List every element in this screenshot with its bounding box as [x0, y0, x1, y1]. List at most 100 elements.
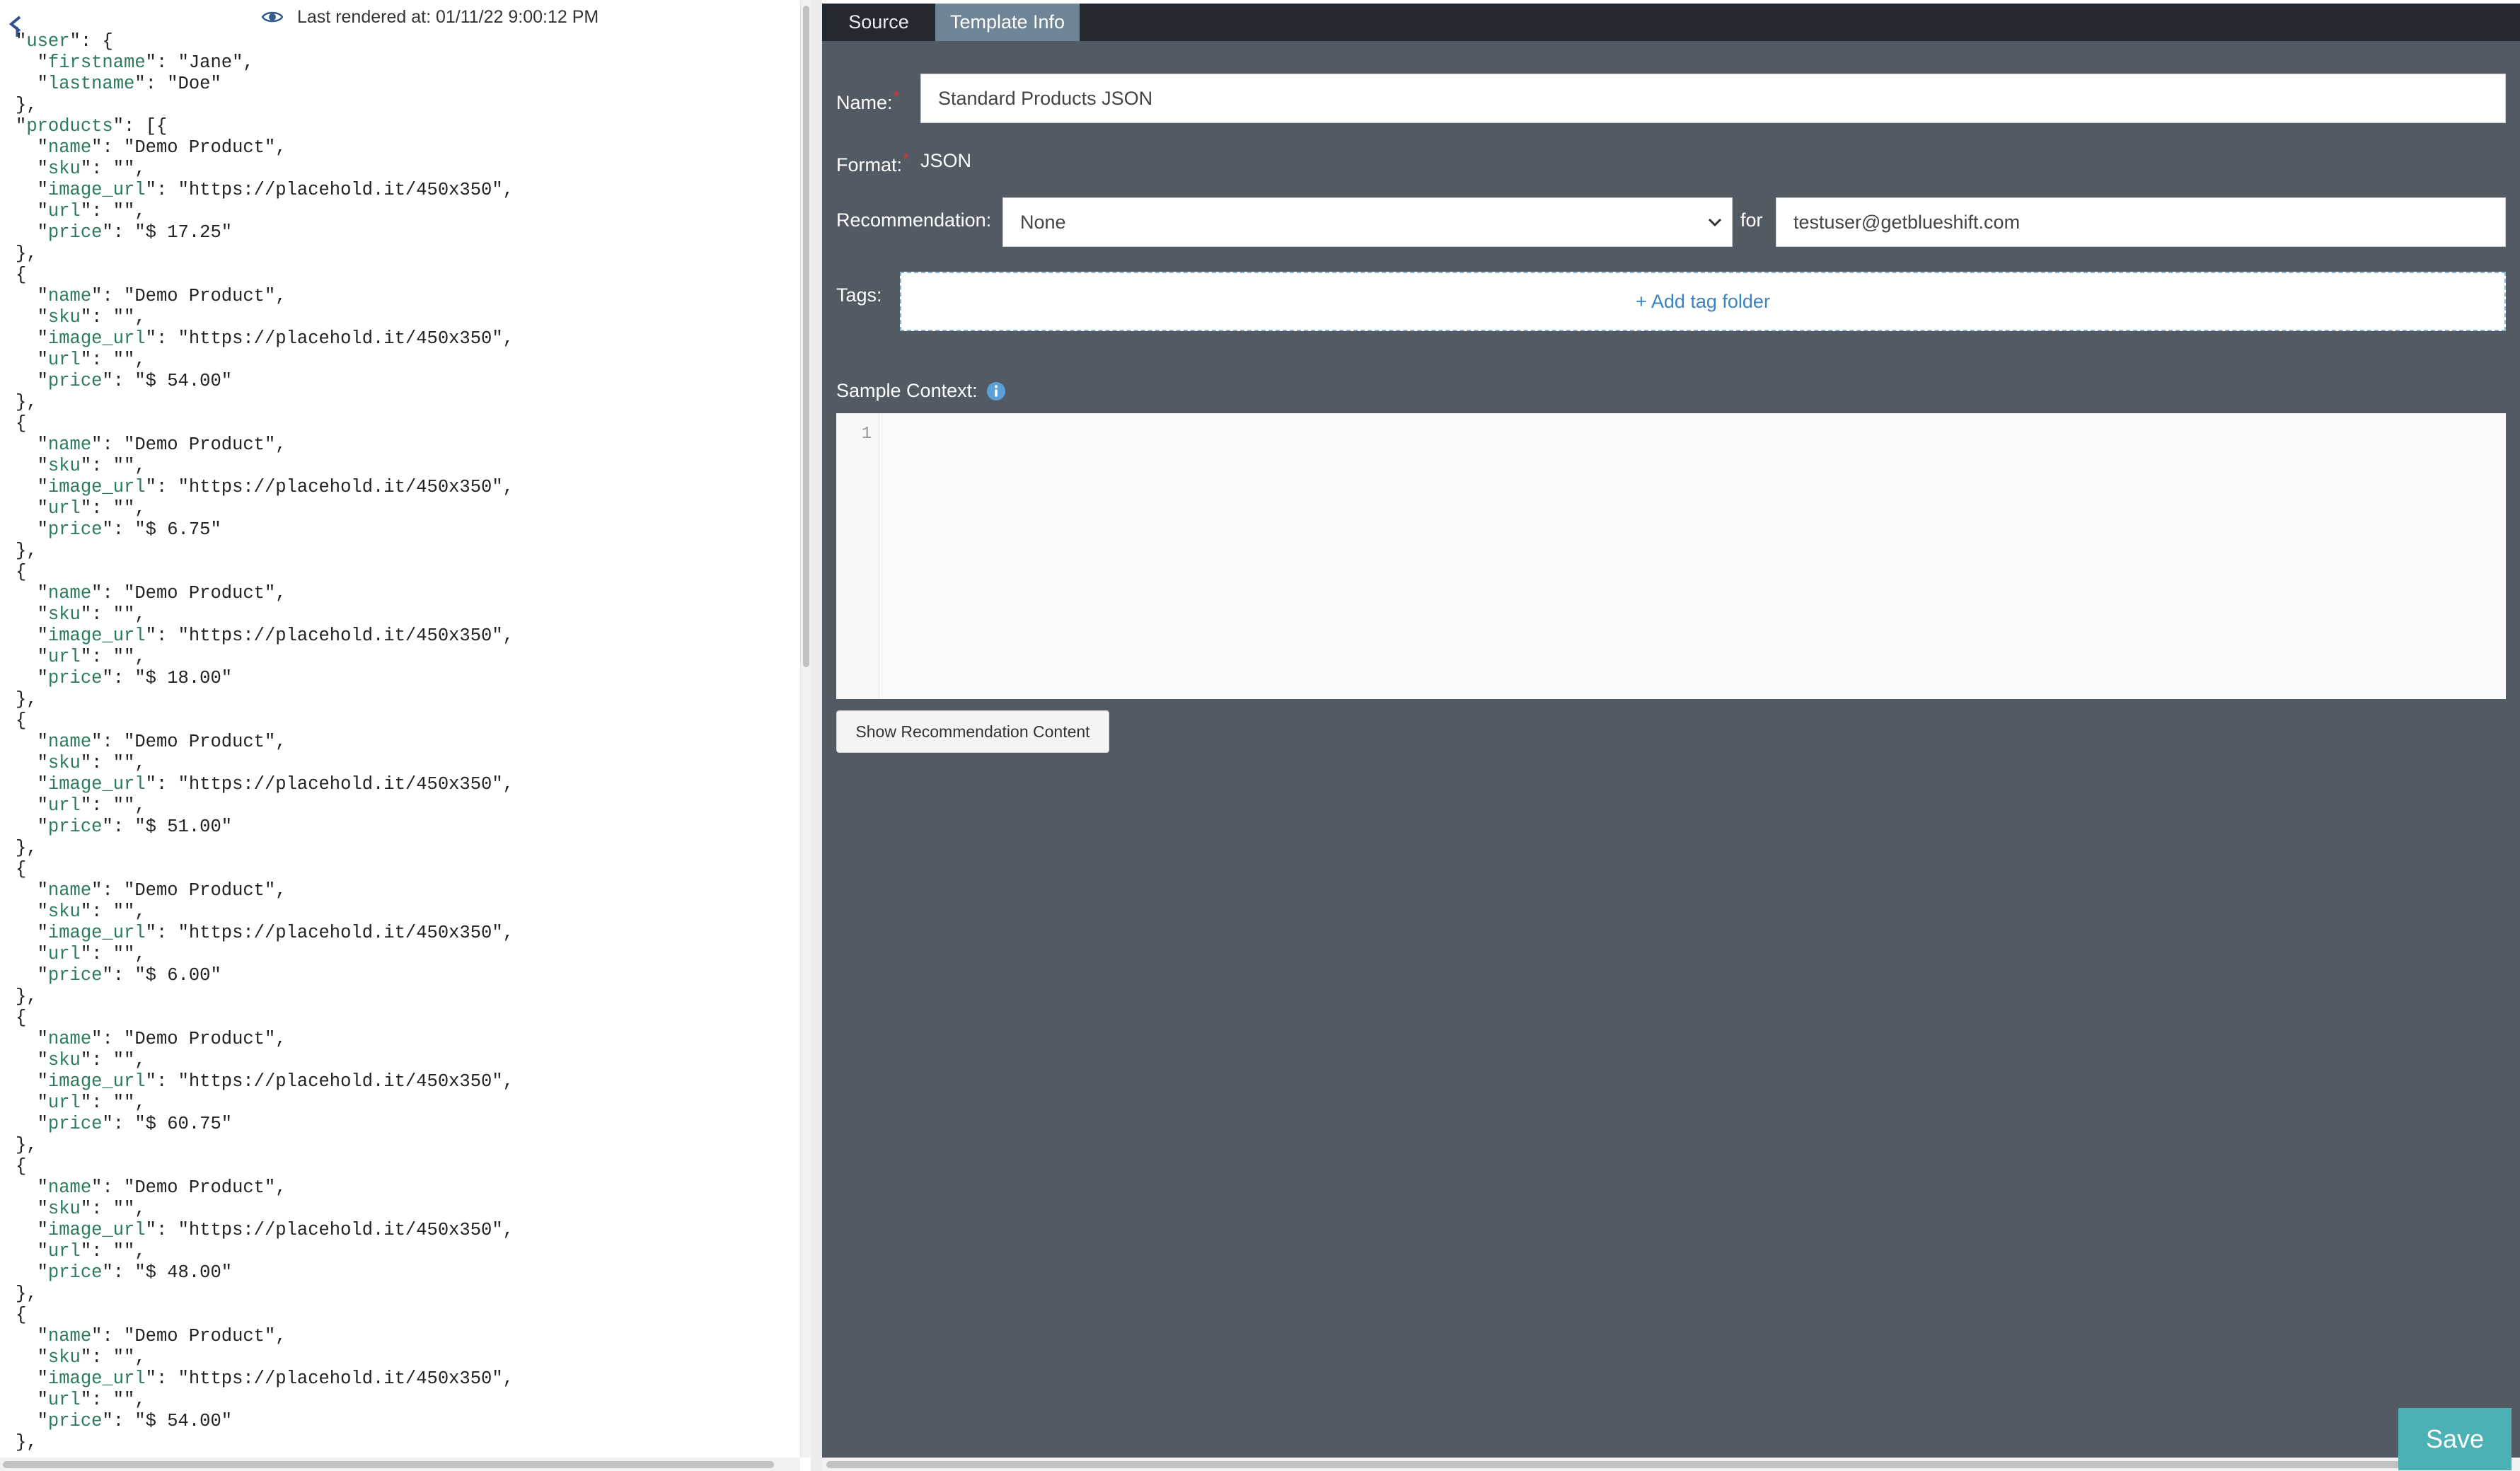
show-recommendation-content-button[interactable]: Show Recommendation Content — [836, 710, 1109, 753]
scrollbar-thumb[interactable] — [803, 6, 809, 667]
rendered-json-preview: "user": { "firstname": "Jane", "lastname… — [16, 31, 514, 1453]
format-label: Format:* — [836, 150, 909, 176]
code-line: { — [16, 1305, 27, 1325]
tab-bar: Source Template Info — [822, 4, 2520, 41]
code-line: "name": "Demo Product", — [37, 583, 287, 604]
editor-gutter: 1 — [836, 413, 879, 699]
code-line: "price": "$ 6.75" — [37, 519, 221, 540]
code-line: "price": "$ 48.00" — [37, 1262, 233, 1283]
code-line: }, — [16, 1283, 37, 1304]
code-line: "url": "", — [37, 1390, 146, 1410]
code-line: "sku": "", — [37, 1050, 146, 1071]
preview-pane[interactable]: Last rendered at: 01/11/22 9:00:12 PM "u… — [0, 0, 811, 1471]
format-value: JSON — [920, 150, 972, 171]
code-line: "sku": "", — [37, 753, 146, 773]
add-tag-folder-label: + Add tag folder — [1636, 290, 1770, 312]
code-line: "name": "Demo Product", — [37, 732, 287, 752]
chevron-down-icon — [1708, 218, 1722, 227]
code-line: { — [16, 1008, 27, 1028]
name-label: Name:* — [836, 88, 899, 114]
code-line: }, — [16, 986, 37, 1007]
code-line: }, — [16, 838, 37, 858]
code-line: "image_url": "https://placehold.it/450x3… — [37, 180, 514, 200]
code-line: "image_url": "https://placehold.it/450x3… — [37, 774, 514, 795]
code-line: }, — [16, 689, 37, 710]
info-circle-icon[interactable] — [986, 381, 1006, 401]
scrollbar-thumb[interactable] — [3, 1461, 774, 1468]
name-value: Standard Products JSON — [938, 87, 1153, 109]
code-line: "sku": "", — [37, 604, 146, 625]
sample-context-label-text: Sample Context: — [836, 380, 978, 401]
code-line: { — [16, 710, 27, 731]
tab-template-info[interactable]: Template Info — [935, 4, 1080, 41]
code-line: "sku": "", — [37, 1199, 146, 1219]
code-line: { — [16, 562, 27, 582]
format-label-text: Format: — [836, 154, 903, 175]
code-line: "sku": "", — [37, 901, 146, 922]
code-line: "image_url": "https://placehold.it/450x3… — [37, 328, 514, 349]
code-line: "name": "Demo Product", — [37, 1177, 287, 1198]
code-line: "url": "", — [37, 201, 146, 221]
last-rendered-text: Last rendered at: 01/11/22 9:00:12 PM — [297, 6, 599, 27]
recommendation-select[interactable]: None — [1002, 197, 1733, 247]
code-line: "price": "$ 18.00" — [37, 668, 233, 688]
name-input[interactable]: Standard Products JSON — [920, 74, 2506, 123]
code-line: }, — [16, 392, 37, 413]
code-line: "sku": "", — [37, 307, 146, 328]
tab-source[interactable]: Source — [822, 4, 935, 41]
code-line: "name": "Demo Product", — [37, 286, 287, 306]
preview-horizontal-scrollbar[interactable] — [0, 1458, 800, 1471]
test-user-value: testuser@getblueshift.com — [1793, 211, 2021, 233]
required-marker: * — [903, 150, 909, 168]
code-line: "image_url": "https://placehold.it/450x3… — [37, 923, 514, 943]
code-line: "sku": "", — [37, 158, 146, 179]
scrollbar-thumb[interactable] — [826, 1461, 2510, 1468]
code-line: }, — [16, 1432, 37, 1453]
test-user-input[interactable]: testuser@getblueshift.com — [1776, 197, 2506, 247]
code-line: "price": "$ 54.00" — [37, 371, 233, 391]
code-line: "url": "", — [37, 944, 146, 964]
panel-horizontal-scrollbar[interactable] — [822, 1458, 2520, 1471]
preview-vertical-scrollbar[interactable] — [800, 0, 811, 1458]
code-line: "name": "Demo Product", — [37, 434, 287, 455]
eye-icon — [262, 11, 283, 23]
code-line: "sku": "", — [37, 456, 146, 476]
code-line: }, — [16, 95, 37, 115]
code-line: "url": "", — [37, 1092, 146, 1113]
code-line: { — [16, 1156, 27, 1177]
template-info-panel: Source Template Info Name:* Standard Pro… — [822, 4, 2520, 1458]
code-line: }, — [16, 243, 37, 264]
pane-divider[interactable] — [811, 0, 822, 1471]
code-line: }, — [16, 541, 37, 561]
recommendation-label: Recommendation: — [836, 209, 992, 231]
code-line: "name": "Demo Product", — [37, 1029, 287, 1049]
code-line: "sku": "", — [37, 1347, 146, 1368]
code-line: "image_url": "https://placehold.it/450x3… — [37, 1220, 514, 1240]
code-line: "image_url": "https://placehold.it/450x3… — [37, 477, 514, 497]
code-line: "name": "Demo Product", — [37, 137, 287, 158]
code-line: "price": "$ 54.00" — [37, 1411, 233, 1431]
code-line: "products": [{ — [16, 116, 168, 137]
tags-label: Tags: — [836, 284, 882, 306]
code-line: "price": "$ 17.25" — [37, 222, 233, 243]
render-status: Last rendered at: 01/11/22 9:00:12 PM — [262, 6, 599, 28]
for-label: for — [1740, 209, 1763, 231]
code-line: "lastname": "Doe" — [37, 74, 221, 94]
code-line: { — [16, 413, 27, 434]
save-button[interactable]: Save — [2398, 1408, 2512, 1470]
sample-context-editor[interactable]: 1 — [836, 413, 2506, 699]
add-tag-folder-button[interactable]: + Add tag folder — [900, 272, 2506, 331]
code-line: { — [16, 859, 27, 879]
code-line: "user": { — [16, 31, 113, 52]
code-line: }, — [16, 1135, 37, 1155]
line-number: 1 — [861, 425, 872, 444]
code-line: "name": "Demo Product", — [37, 880, 287, 901]
code-line: "price": "$ 6.00" — [37, 965, 221, 986]
code-line: "image_url": "https://placehold.it/450x3… — [37, 1368, 514, 1389]
code-line: "url": "", — [37, 498, 146, 519]
code-line: "url": "", — [37, 647, 146, 667]
code-line: { — [16, 265, 27, 285]
code-line: "price": "$ 51.00" — [37, 817, 233, 837]
code-line: "name": "Demo Product", — [37, 1326, 287, 1346]
sample-context-label: Sample Context: — [836, 380, 1006, 402]
